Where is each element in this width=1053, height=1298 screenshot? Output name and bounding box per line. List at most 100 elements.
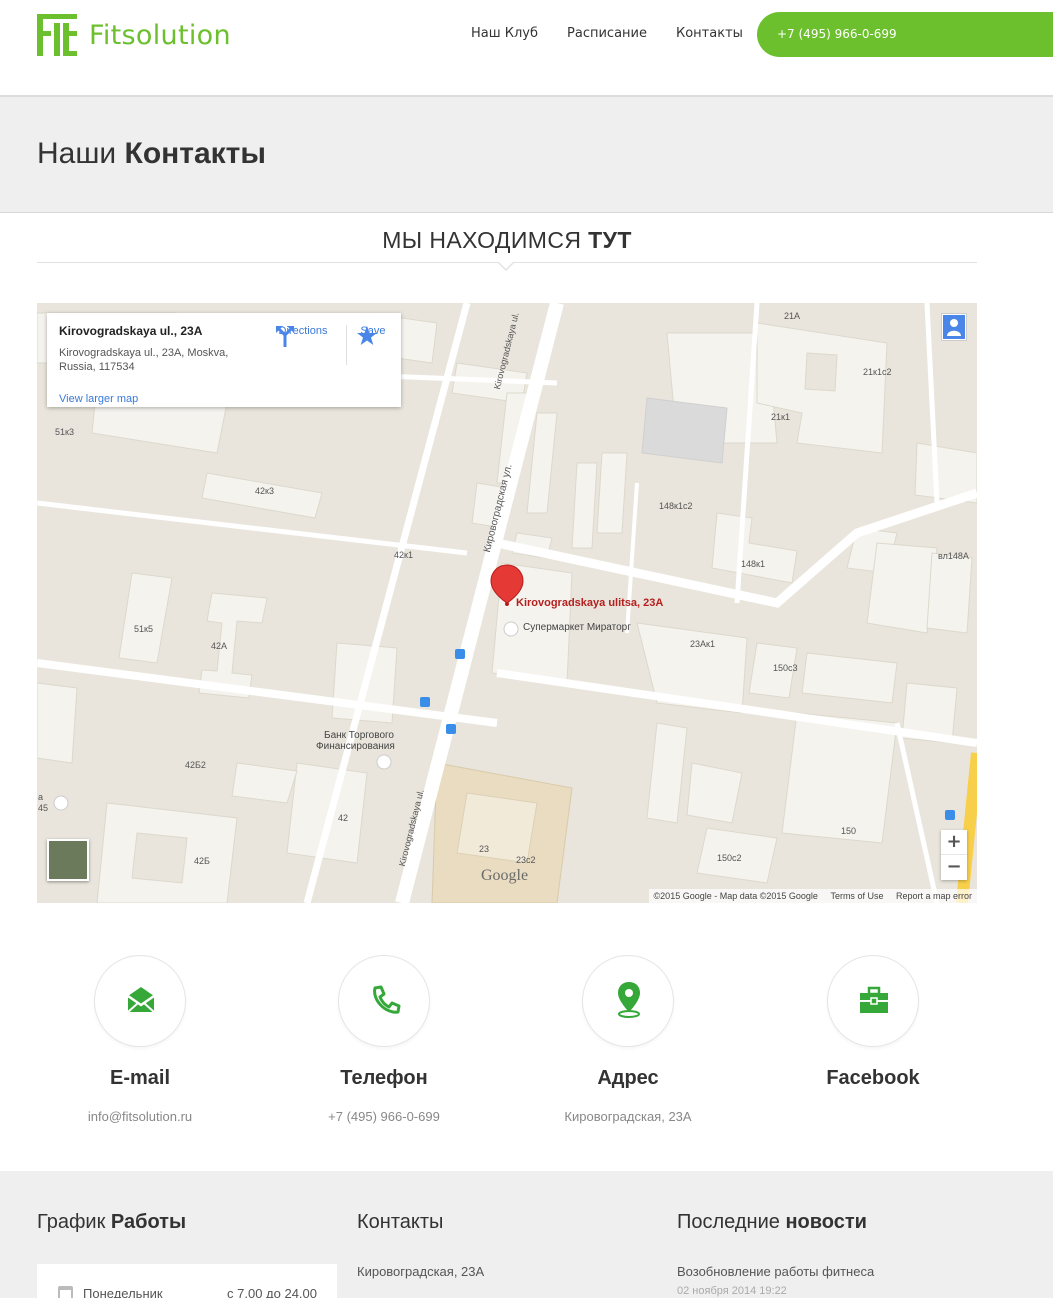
save-button[interactable]: Save bbox=[357, 325, 389, 345]
map-label: 42Б bbox=[194, 856, 210, 866]
directions-icon bbox=[276, 326, 294, 347]
footer-schedule-light: График bbox=[37, 1211, 106, 1233]
section-heading-bold: ТУТ bbox=[588, 227, 632, 253]
map-label: 21к1 bbox=[771, 412, 790, 422]
contact-icon-circle bbox=[94, 955, 186, 1047]
nav-item-schedule[interactable]: Расписание bbox=[567, 26, 647, 41]
map-label: 23Ак1 bbox=[690, 639, 715, 649]
map-label: 23 bbox=[479, 844, 490, 854]
info-card-title: Kirovogradskaya ul., 23A bbox=[59, 324, 203, 338]
zoom-control: + − bbox=[941, 830, 967, 880]
poi-bank-label-1[interactable]: Банк Торгового bbox=[324, 730, 394, 741]
section-heading-light: МЫ НАХОДИМСЯ bbox=[382, 227, 582, 253]
site-header: Fitsolution Наш Клуб Расписание Контакты… bbox=[0, 0, 1053, 97]
footer-schedule-heading: График Работы bbox=[37, 1211, 186, 1234]
page-title-light: Наши bbox=[37, 137, 117, 170]
header-phone-button[interactable]: +7 (495) 966-0-699 bbox=[757, 12, 1053, 57]
contact-name: E-mail bbox=[109, 1067, 171, 1089]
contact-icon-circle[interactable] bbox=[827, 955, 919, 1047]
schedule-row: Понедельник с 7.00 до 24.00 bbox=[37, 1264, 337, 1298]
poi-market-label[interactable]: Супермаркет Мираторг bbox=[523, 622, 631, 633]
contact-value[interactable]: +7 (495) 966-0-699 bbox=[269, 1109, 499, 1124]
map-label: 150с3 bbox=[773, 663, 798, 673]
footer-news-item[interactable]: Возобновление работы фитнеса bbox=[677, 1264, 874, 1279]
map-label: 42 bbox=[338, 813, 349, 823]
star-icon bbox=[357, 326, 377, 345]
logo[interactable]: Fitsolution bbox=[37, 14, 231, 56]
contact-phone: Телефон +7 (495) 966-0-699 bbox=[269, 955, 499, 1124]
contact-value[interactable]: info@fitsolution.ru bbox=[25, 1109, 255, 1124]
footer-news-col: Последние новости Возобновление работы ф… bbox=[677, 1211, 874, 1297]
info-card-divider bbox=[346, 325, 347, 365]
section-divider-notch bbox=[497, 261, 515, 271]
footer-contacts-heading: Контакты bbox=[357, 1211, 444, 1233]
schedule-day: Понедельник bbox=[83, 1286, 163, 1298]
pegman-icon bbox=[943, 315, 965, 339]
report-map-error-link[interactable]: Report a map error bbox=[896, 891, 972, 901]
map-label: 150с2 bbox=[717, 853, 742, 863]
footer-address: Кировоградская, 23А bbox=[357, 1264, 485, 1279]
contact-icon-circle bbox=[582, 955, 674, 1047]
google-map[interactable]: 51к3 42к3 42к1 51к5 42А 42Б2 42 42Б 23 2… bbox=[37, 303, 977, 903]
street-view-button[interactable] bbox=[941, 313, 967, 341]
nav-item-contacts[interactable]: Контакты bbox=[676, 26, 743, 41]
map-pin-icon bbox=[618, 982, 640, 1018]
map-label: 42к3 bbox=[255, 486, 274, 496]
footer-news-light: Последние bbox=[677, 1211, 780, 1233]
map-label: 23с2 bbox=[516, 855, 536, 865]
contact-address: Адрес Кировоградская, 23А bbox=[513, 955, 743, 1124]
map-label: 51к3 bbox=[55, 427, 74, 437]
footer-contacts-col: Контакты Кировоградская, 23А bbox=[357, 1211, 484, 1279]
footer-news-bold: новости bbox=[785, 1211, 867, 1233]
map-label: вл148А bbox=[938, 551, 969, 561]
contact-name: Адрес bbox=[597, 1067, 659, 1089]
main-nav: Наш Клуб Расписание Контакты bbox=[471, 26, 772, 41]
footer-news-heading: Последние новости bbox=[677, 1211, 874, 1234]
briefcase-icon bbox=[860, 986, 888, 1013]
logo-text: Fitsolution bbox=[89, 19, 231, 51]
map-label: 42к1 bbox=[394, 550, 413, 560]
phone-icon bbox=[373, 985, 401, 1014]
page-title-band: Наши Контакты bbox=[0, 97, 1053, 213]
logo-mark-icon bbox=[37, 14, 77, 56]
map-label: 21А bbox=[784, 311, 801, 321]
contact-value: Кировоградская, 23А bbox=[564, 1109, 692, 1124]
calendar-icon bbox=[58, 1286, 73, 1298]
envelope-icon bbox=[127, 987, 155, 1013]
map-label: 21к1с2 bbox=[863, 367, 892, 377]
contact-facebook[interactable]: Facebook bbox=[758, 955, 988, 1109]
map-copyright: ©2015 Google - Map data ©2015 Google bbox=[653, 891, 818, 901]
section-heading: МЫ НАХОДИМСЯ ТУТ bbox=[37, 227, 977, 254]
map-label: 42Б2 bbox=[185, 760, 206, 770]
view-larger-map-link[interactable]: View larger map bbox=[59, 393, 138, 405]
contact-name: Телефон bbox=[340, 1067, 428, 1089]
contact-icon-circle bbox=[338, 955, 430, 1047]
map-label: 51к5 bbox=[134, 624, 153, 634]
schedule-time: с 7.00 до 24.00 bbox=[227, 1286, 317, 1298]
contact-name[interactable]: Facebook bbox=[758, 1067, 988, 1090]
map-label: 148к1с2 bbox=[659, 501, 693, 511]
map-label: 42А bbox=[211, 641, 228, 651]
map-attribution: ©2015 Google - Map data ©2015 Google Ter… bbox=[648, 889, 977, 903]
map-label: 150 bbox=[841, 826, 857, 836]
zoom-out-button[interactable]: − bbox=[941, 855, 967, 880]
footer-news-date: 02 ноября 2014 19:22 bbox=[677, 1285, 787, 1297]
zoom-in-button[interactable]: + bbox=[941, 830, 967, 855]
directions-button[interactable]: Directions bbox=[275, 325, 331, 347]
page-title: Наши Контакты bbox=[37, 137, 266, 171]
terms-of-use-link[interactable]: Terms of Use bbox=[830, 891, 883, 901]
map-label: а bbox=[38, 792, 44, 802]
nav-item-club[interactable]: Наш Клуб bbox=[471, 26, 538, 41]
footer-schedule-col: График Работы bbox=[37, 1211, 186, 1234]
map-label: 148к1 bbox=[741, 559, 765, 569]
google-logo: Google bbox=[481, 867, 529, 884]
map-label: 45 bbox=[38, 803, 49, 813]
contact-email: E-mail info@fitsolution.ru bbox=[25, 955, 255, 1124]
info-card-address: Kirovogradskaya ul., 23A, Moskva, Russia… bbox=[59, 347, 229, 373]
satellite-toggle[interactable] bbox=[47, 839, 89, 881]
pin-label[interactable]: Kirovogradskaya ulitsa, 23A bbox=[516, 597, 663, 609]
page-title-bold: Контакты bbox=[124, 137, 266, 170]
footer-schedule-bold: Работы bbox=[110, 1211, 187, 1233]
map-info-card: Kirovogradskaya ul., 23A Kirovogradskaya… bbox=[47, 313, 401, 407]
poi-bank-label-2[interactable]: Финансирования bbox=[316, 741, 395, 752]
